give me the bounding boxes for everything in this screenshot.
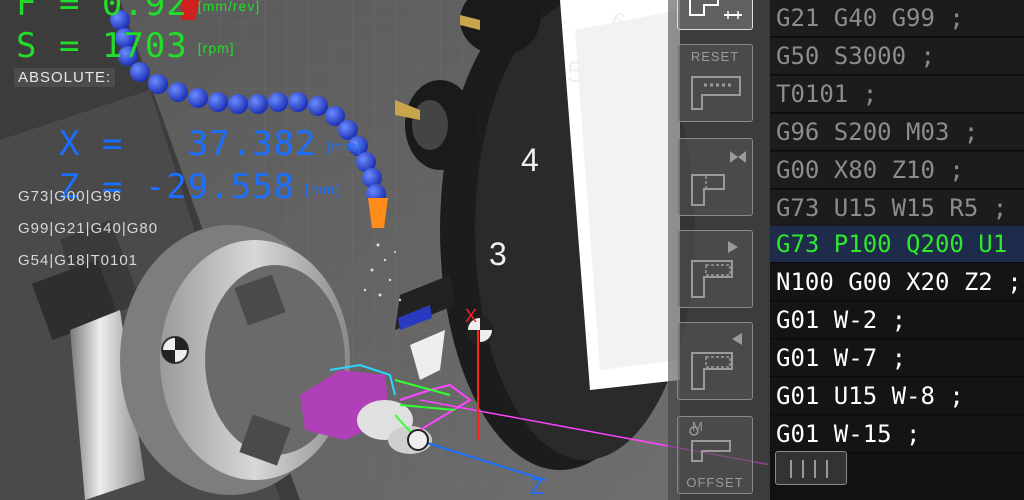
turret-number: 3 [489, 236, 507, 272]
z-axis-label: Z [530, 474, 544, 499]
speed-value: S = 1703 [16, 26, 188, 66]
gcode-program-panel[interactable]: G21 G40 G99 ; G50 S3000 ; T0101 ; G96 S2… [768, 0, 1024, 500]
feed-readout: F = 0.92 [mm/rev] [16, 0, 260, 24]
reset-button[interactable]: RESET [677, 44, 753, 122]
tool-sidebar: RESET M OFFSET [668, 0, 768, 500]
boring-operation-button[interactable] [677, 322, 753, 400]
offset-button[interactable]: M OFFSET [677, 416, 753, 494]
offset-label: OFFSET [686, 475, 744, 490]
turning-operation-icon [691, 241, 738, 298]
speed-unit: [rpm] [197, 39, 235, 56]
facing-operation-button[interactable] [677, 138, 753, 216]
boring-operation-icon [691, 333, 742, 390]
program-line[interactable]: G00 X80 Z10 ; [770, 152, 1024, 189]
program-scroll-handle[interactable] [775, 451, 847, 485]
program-line[interactable]: G96 S200 M03 ; [770, 114, 1024, 151]
spindle-speed-readout: S = 1703 [rpm] [16, 28, 235, 66]
reset-label: RESET [690, 49, 740, 64]
feed-value: F = 0.92 [16, 0, 188, 24]
feed-unit: [mm/rev] [197, 0, 261, 14]
x-axis-label: X [465, 306, 478, 326]
program-line[interactable]: G73 U15 W15 R5 ; [770, 190, 1024, 227]
turret-number: 4 [521, 142, 539, 178]
lathe-view-icon [689, 0, 742, 19]
program-line[interactable]: N100 G00 X20 Z2 ; [770, 264, 1024, 301]
program-line[interactable]: G21 G40 G99 ; [770, 0, 1024, 37]
offset-part-icon [689, 426, 731, 462]
turret-number: 5 [567, 56, 584, 89]
program-line[interactable]: G01 W-2 ; [770, 302, 1024, 339]
program-line[interactable]: G01 W-7 ; [770, 340, 1024, 377]
modal-code-line: G99|G21|G40|G80 [18, 220, 159, 237]
program-line[interactable]: G50 S3000 ; [770, 38, 1024, 75]
program-line[interactable]: T0101 ; [770, 76, 1024, 113]
modal-code-line: G54|G18|T0101 [18, 252, 139, 269]
program-line[interactable]: G01 U15 W-8 ; [770, 378, 1024, 415]
coordinate-mode-label: ABSOLUTE: [14, 68, 116, 87]
z-unit: [mm] [305, 180, 341, 197]
facing-operation-icon [691, 151, 746, 206]
view-toggle-button[interactable] [677, 0, 753, 30]
turning-operation-button[interactable] [677, 230, 753, 308]
modal-code-line: G73|G00|G96 [18, 188, 122, 205]
reset-part-icon [691, 76, 741, 110]
program-line-active[interactable]: G73 P100 Q200 U1 [770, 226, 1024, 263]
program-line[interactable]: G01 W-15 ; [770, 416, 1024, 453]
